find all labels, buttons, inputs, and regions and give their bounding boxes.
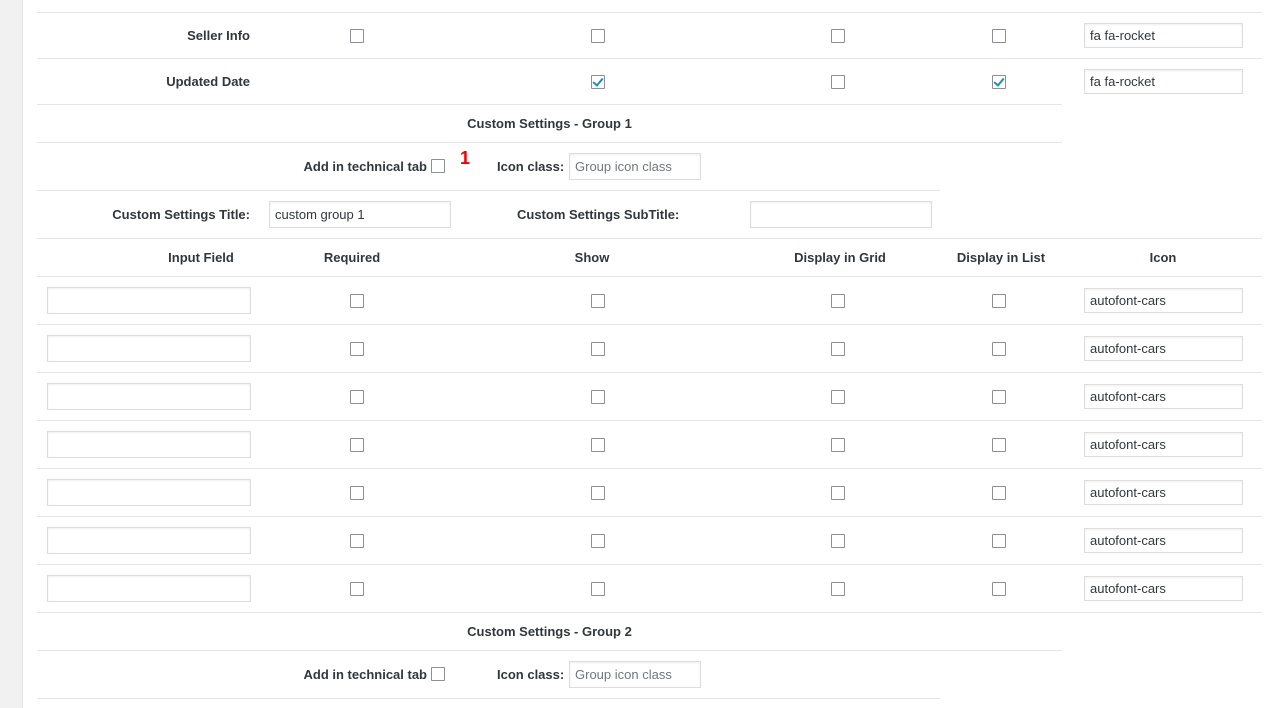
- row-divider: [37, 468, 1262, 469]
- header-show: Show: [574, 250, 610, 265]
- icon-input[interactable]: [1084, 480, 1243, 505]
- show-checkbox[interactable]: [591, 390, 605, 404]
- add-technical-tab-checkbox[interactable]: [431, 667, 445, 681]
- display-list-checkbox[interactable]: [992, 438, 1006, 452]
- header-icon: Icon: [1149, 250, 1177, 265]
- display-grid-checkbox[interactable]: [831, 438, 845, 452]
- row-divider: [37, 372, 1262, 373]
- required-checkbox[interactable]: [350, 582, 364, 596]
- row-divider: [37, 564, 1262, 565]
- show-checkbox[interactable]: [591, 294, 605, 308]
- display-grid-checkbox[interactable]: [831, 390, 845, 404]
- input-field[interactable]: [47, 575, 251, 602]
- add-technical-tab-label: Add in technical tab: [303, 667, 427, 682]
- display-list-checkbox[interactable]: [992, 75, 1006, 89]
- required-checkbox[interactable]: [350, 390, 364, 404]
- input-field[interactable]: [47, 383, 251, 410]
- row-divider: [37, 12, 1262, 13]
- row-divider: [37, 698, 940, 699]
- display-grid-checkbox[interactable]: [831, 29, 845, 43]
- icon-class-label: Icon class:: [497, 667, 565, 682]
- add-technical-tab-checkbox[interactable]: [431, 159, 445, 173]
- show-checkbox[interactable]: [591, 75, 605, 89]
- input-field[interactable]: [47, 479, 251, 506]
- row-divider: [37, 58, 1262, 59]
- row-divider: [37, 324, 1262, 325]
- show-checkbox[interactable]: [591, 438, 605, 452]
- left-gutter: [0, 0, 22, 708]
- header-display-grid: Display in Grid: [794, 250, 886, 265]
- show-checkbox[interactable]: [591, 534, 605, 548]
- display-list-checkbox[interactable]: [992, 342, 1006, 356]
- display-list-checkbox[interactable]: [992, 29, 1006, 43]
- required-checkbox[interactable]: [350, 486, 364, 500]
- group-icon-class-input[interactable]: [569, 661, 701, 688]
- header-required: Required: [323, 250, 381, 265]
- group-heading: Custom Settings - Group 2: [467, 624, 632, 639]
- custom-settings-subtitle-label: Custom Settings SubTitle:: [517, 207, 680, 222]
- custom-settings-subtitle-input[interactable]: [750, 201, 932, 228]
- row-divider: [37, 420, 1262, 421]
- add-technical-tab-label: Add in technical tab: [303, 159, 427, 174]
- group-icon-class-input[interactable]: [569, 153, 701, 180]
- custom-settings-title-input[interactable]: [269, 201, 451, 228]
- step-badge: 1: [460, 148, 471, 168]
- group-heading: Custom Settings - Group 1: [467, 116, 632, 131]
- input-field[interactable]: [47, 431, 251, 458]
- icon-input[interactable]: [1084, 23, 1243, 48]
- icon-input[interactable]: [1084, 528, 1243, 553]
- display-grid-checkbox[interactable]: [831, 486, 845, 500]
- input-field[interactable]: [47, 287, 251, 314]
- required-checkbox[interactable]: [350, 534, 364, 548]
- display-grid-checkbox[interactable]: [831, 294, 845, 308]
- display-list-checkbox[interactable]: [992, 390, 1006, 404]
- icon-input[interactable]: [1084, 384, 1243, 409]
- row-divider: [37, 612, 1262, 613]
- display-list-checkbox[interactable]: [992, 486, 1006, 500]
- icon-class-label: Icon class:: [497, 159, 565, 174]
- required-checkbox[interactable]: [350, 438, 364, 452]
- display-list-checkbox[interactable]: [992, 582, 1006, 596]
- icon-input[interactable]: [1084, 432, 1243, 457]
- required-checkbox[interactable]: [350, 29, 364, 43]
- display-grid-checkbox[interactable]: [831, 534, 845, 548]
- icon-input[interactable]: [1084, 69, 1243, 94]
- display-grid-checkbox[interactable]: [831, 342, 845, 356]
- row-divider: [37, 650, 1062, 651]
- input-field[interactable]: [47, 527, 251, 554]
- display-grid-checkbox[interactable]: [831, 75, 845, 89]
- display-grid-checkbox[interactable]: [831, 582, 845, 596]
- row-divider: [37, 516, 1262, 517]
- field-label: Seller Info: [187, 28, 250, 43]
- row-divider: [37, 190, 940, 191]
- row-divider: [37, 104, 1062, 105]
- display-list-checkbox[interactable]: [992, 534, 1006, 548]
- show-checkbox[interactable]: [591, 342, 605, 356]
- required-checkbox[interactable]: [350, 294, 364, 308]
- row-divider: [37, 276, 1262, 277]
- icon-input[interactable]: [1084, 336, 1243, 361]
- show-checkbox[interactable]: [591, 29, 605, 43]
- header-input-field: Input Field: [168, 250, 234, 265]
- icon-input[interactable]: [1084, 576, 1243, 601]
- show-checkbox[interactable]: [591, 582, 605, 596]
- custom-settings-title-label: Custom Settings Title:: [112, 207, 250, 222]
- row-divider: [37, 142, 1062, 143]
- input-field[interactable]: [47, 335, 251, 362]
- required-checkbox[interactable]: [350, 342, 364, 356]
- icon-input[interactable]: [1084, 288, 1243, 313]
- show-checkbox[interactable]: [591, 486, 605, 500]
- row-divider: [37, 238, 1262, 239]
- header-display-list: Display in List: [956, 250, 1046, 265]
- field-label: Updated Date: [166, 74, 250, 89]
- display-list-checkbox[interactable]: [992, 294, 1006, 308]
